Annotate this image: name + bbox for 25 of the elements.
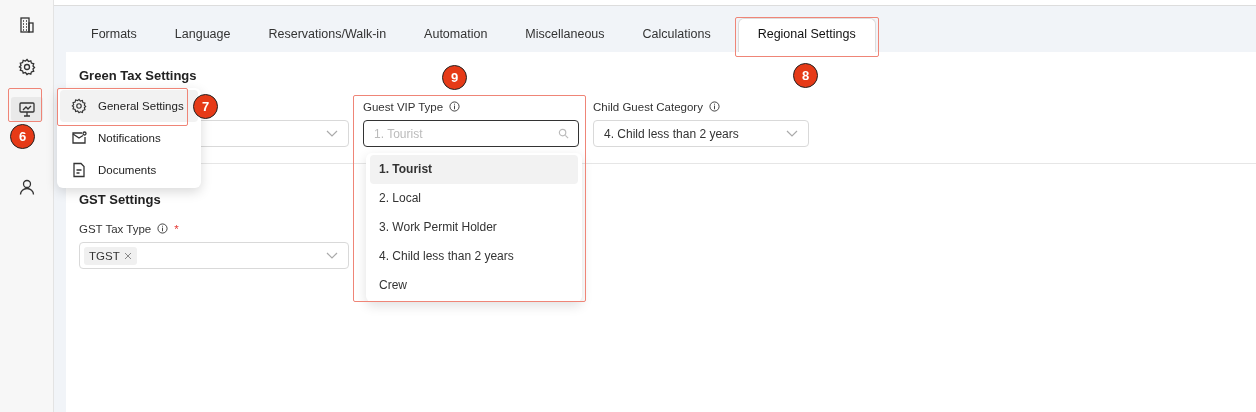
field-label: Child Guest Category	[593, 100, 703, 113]
field-label: Guest VIP Type	[363, 100, 444, 113]
section-title: GST Settings	[79, 192, 161, 207]
select-field[interactable]: 4. Child less than 2 years	[593, 120, 809, 147]
dropdown-option[interactable]: 2. Local	[370, 184, 578, 213]
dropdown-option[interactable]: Crew	[370, 271, 578, 300]
required-mark: *	[174, 222, 179, 235]
dropdown-option[interactable]: 1. Tourist	[370, 155, 578, 184]
tab[interactable]: Regional Settings	[737, 18, 876, 52]
search-field[interactable]: 1. Tourist	[363, 120, 579, 147]
field-label: GST Tax Type	[79, 222, 152, 235]
tab[interactable]: Miscellaneous	[506, 19, 624, 52]
menu-item[interactable]: General Settings	[60, 90, 198, 122]
menu-item[interactable]: Notifications	[60, 122, 198, 154]
select-field[interactable]: TGST	[79, 242, 349, 269]
tab[interactable]: Automation	[405, 19, 507, 52]
tab[interactable]: Formats	[72, 19, 156, 52]
menu-item[interactable]: Documents	[60, 154, 198, 186]
tab[interactable]: Language	[155, 19, 250, 52]
tab[interactable]: Reservations/Walk-in	[249, 19, 406, 52]
tag: TGST	[84, 246, 137, 265]
dropdown-option[interactable]: 4. Child less than 2 years	[370, 242, 578, 271]
tab[interactable]: Calculations	[623, 19, 730, 52]
dropdown-option[interactable]: 3. Work Permit Holder	[370, 213, 578, 242]
section-title: Green Tax Settings	[79, 68, 197, 83]
